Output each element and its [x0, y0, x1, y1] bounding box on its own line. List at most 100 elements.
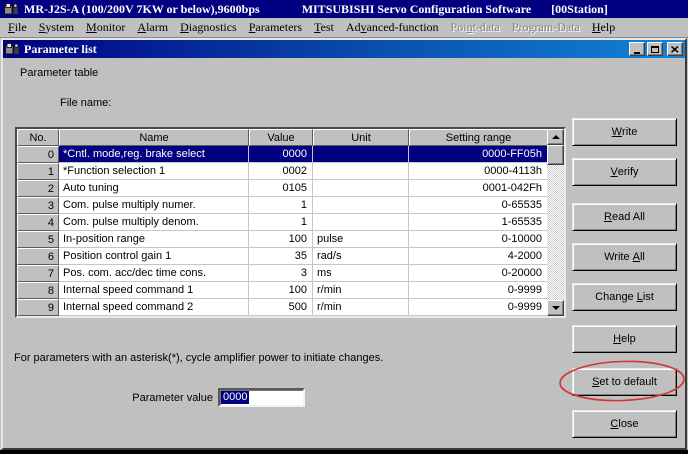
- table-row[interactable]: 1 *Function selection 1 0002 0000-4113h: [17, 163, 547, 180]
- write-all-button[interactable]: Write All: [572, 243, 677, 271]
- cell-unit: [313, 197, 409, 214]
- cell-value: 100: [249, 231, 313, 248]
- app-title-station: [00Station]: [551, 2, 608, 17]
- col-header-unit: Unit: [313, 129, 409, 146]
- menu-label: iagnostics: [189, 20, 237, 34]
- button-label: ead All: [612, 211, 645, 223]
- menu-alarm[interactable]: Alarm: [131, 19, 174, 36]
- menu-label: onitor: [97, 20, 126, 34]
- scroll-thumb[interactable]: [547, 145, 564, 165]
- menu-program-data[interactable]: Program-Data: [506, 19, 586, 36]
- table-row[interactable]: 7 Pos. com. acc/dec time cons. 3 ms 0-20…: [17, 265, 547, 282]
- cell-unit: [313, 146, 409, 163]
- cell-range: 0-9999: [409, 299, 547, 316]
- app-icon[interactable]: [4, 3, 20, 16]
- menu-diagnostics[interactable]: Diagnostics: [174, 19, 243, 36]
- cell-unit: r/min: [313, 299, 409, 316]
- write-button[interactable]: Write: [572, 118, 677, 146]
- cell-unit: [313, 163, 409, 180]
- menu-point-data[interactable]: Point-data: [445, 19, 506, 36]
- menu-parameters[interactable]: Parameters: [243, 19, 308, 36]
- button-label: Write: [604, 251, 633, 263]
- cell-value: 35: [249, 248, 313, 265]
- maximize-icon: [651, 46, 659, 53]
- button-mnemonic: S: [592, 376, 599, 388]
- cell-value: 0105: [249, 180, 313, 197]
- menu-label: ystem: [45, 20, 74, 34]
- scroll-down-button[interactable]: [547, 300, 564, 316]
- scroll-up-button[interactable]: [547, 129, 564, 145]
- button-label: Change: [595, 291, 637, 303]
- cell-range: 0-10000: [409, 231, 547, 248]
- table-row[interactable]: 4 Com. pulse multiply denom. 1 1-65535: [17, 214, 547, 231]
- parameter-value-label: Parameter value: [63, 392, 213, 404]
- cell-range: 1-65535: [409, 214, 547, 231]
- file-name-label: File name:: [60, 97, 111, 109]
- vertical-scrollbar[interactable]: [547, 129, 564, 316]
- cell-no: 3: [17, 197, 59, 214]
- cell-no: 0: [17, 146, 59, 163]
- menu-mnemonic: H: [592, 20, 601, 34]
- menu-help[interactable]: Help: [586, 19, 621, 36]
- menu-label: larm: [146, 20, 168, 34]
- verify-button[interactable]: Verify: [572, 158, 677, 186]
- titlebar-close-button[interactable]: [667, 42, 683, 56]
- menu-file[interactable]: File: [2, 19, 33, 36]
- cell-range: 0-9999: [409, 282, 547, 299]
- main-titlebar[interactable]: MR-J2S-A (100/200V 7KW or below),9600bps…: [0, 0, 688, 18]
- menu-label: arameters: [255, 20, 302, 34]
- dialog-titlebar[interactable]: Parameter list: [3, 40, 685, 58]
- cell-unit: [313, 214, 409, 231]
- menu-monitor[interactable]: Monitor: [80, 19, 131, 36]
- screen: MR-J2S-A (100/200V 7KW or below),9600bps…: [0, 0, 688, 454]
- titlebar-minimize-button[interactable]: [629, 42, 645, 56]
- parameter-table: No. Name Value Unit Setting range 0 *Cnt…: [15, 127, 566, 318]
- table-row[interactable]: 6 Position control gain 1 35 rad/s 4-200…: [17, 248, 547, 265]
- menu-mnemonic: A: [137, 20, 146, 34]
- table-row[interactable]: 9 Internal speed command 2 500 r/min 0-9…: [17, 299, 547, 316]
- scroll-down-icon: [552, 306, 560, 310]
- col-header-range: Setting range: [409, 129, 547, 146]
- cell-no: 5: [17, 231, 59, 248]
- change-list-button[interactable]: Change List: [572, 283, 677, 311]
- cell-unit: r/min: [313, 282, 409, 299]
- help-button[interactable]: Help: [572, 325, 677, 353]
- cell-no: 7: [17, 265, 59, 282]
- cell-value: 0002: [249, 163, 313, 180]
- cell-no: 8: [17, 282, 59, 299]
- cell-no: 4: [17, 214, 59, 231]
- button-mnemonic: R: [604, 211, 612, 223]
- button-label: rite: [622, 126, 637, 138]
- table-row[interactable]: 5 In-position range 100 pulse 0-10000: [17, 231, 547, 248]
- cell-no: 2: [17, 180, 59, 197]
- cell-name: Internal speed command 2: [59, 299, 249, 316]
- table-row[interactable]: 8 Internal speed command 1 100 r/min 0-9…: [17, 282, 547, 299]
- scroll-track[interactable]: [547, 165, 564, 300]
- menu-system[interactable]: System: [33, 19, 80, 36]
- parameter-value-input[interactable]: 0000: [218, 388, 305, 407]
- minimize-icon: [634, 52, 640, 54]
- app-icon[interactable]: [5, 43, 21, 56]
- table-row[interactable]: 3 Com. pulse multiply numer. 1 0-65535: [17, 197, 547, 214]
- menu-advanced-function[interactable]: Advanced-function: [340, 19, 445, 36]
- menu-mnemonic: F: [8, 20, 15, 34]
- button-label: ist: [643, 291, 654, 303]
- table-body: 0 *Cntl. mode,reg. brake select 0000 000…: [17, 146, 547, 316]
- dialog-button-column: Write Verify Read All Write All Change L…: [572, 118, 677, 438]
- read-all-button[interactable]: Read All: [572, 203, 677, 231]
- close-button[interactable]: Close: [572, 410, 677, 438]
- cell-name: Com. pulse multiply numer.: [59, 197, 249, 214]
- button-label: elp: [621, 333, 636, 345]
- menu-test[interactable]: Test: [308, 19, 340, 36]
- cell-no: 9: [17, 299, 59, 316]
- cell-value: 100: [249, 282, 313, 299]
- set-to-default-button[interactable]: Set to default: [572, 368, 677, 396]
- table-row[interactable]: 2 Auto tuning 0105 0001-042Fh: [17, 180, 547, 197]
- cell-name: *Function selection 1: [59, 163, 249, 180]
- cell-range: 0-20000: [409, 265, 547, 282]
- table-row[interactable]: 0 *Cntl. mode,reg. brake select 0000 000…: [17, 146, 547, 163]
- cell-name: Com. pulse multiply denom.: [59, 214, 249, 231]
- titlebar-maximize-button[interactable]: [647, 42, 663, 56]
- cell-name: Auto tuning: [59, 180, 249, 197]
- scroll-up-icon: [552, 135, 560, 139]
